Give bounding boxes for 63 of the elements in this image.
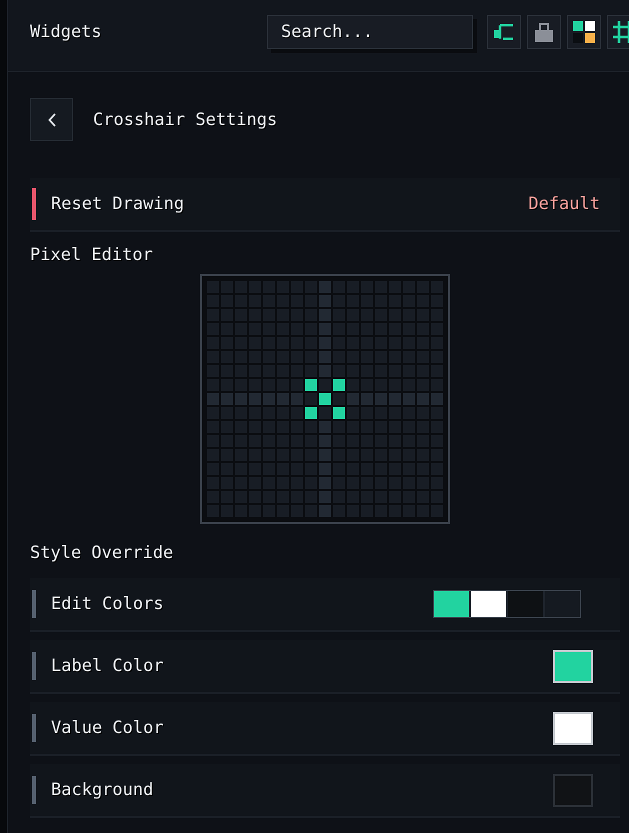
pixel-cell[interactable] <box>333 379 345 391</box>
pixel-cell[interactable] <box>375 393 387 405</box>
pixel-cell[interactable] <box>319 281 331 293</box>
pixel-cell[interactable] <box>207 393 219 405</box>
pixel-cell[interactable] <box>235 393 247 405</box>
pixel-cell[interactable] <box>389 393 401 405</box>
color-swatch[interactable] <box>434 591 469 617</box>
color-swatch[interactable] <box>553 774 593 806</box>
pixel-cell[interactable] <box>319 505 331 517</box>
pixel-cell[interactable] <box>431 393 443 405</box>
toolbar-button[interactable] <box>487 15 521 49</box>
page-title: Crosshair Settings <box>93 108 278 130</box>
row-label: Value Color <box>51 717 165 739</box>
pixel-cell[interactable] <box>291 393 303 405</box>
bracket-icon <box>494 24 514 40</box>
color-swatch[interactable] <box>545 591 580 617</box>
pixel-cell[interactable] <box>319 393 331 405</box>
bar-marker-icon <box>32 652 36 680</box>
bar-marker-icon <box>32 776 36 804</box>
pixel-cell[interactable] <box>333 407 345 419</box>
tiles-icon <box>573 21 595 43</box>
row-label: Edit Colors <box>51 593 165 615</box>
pixel-cell[interactable] <box>319 351 331 363</box>
section-label: Style Override <box>30 543 174 563</box>
color-swatch[interactable] <box>471 591 506 617</box>
pixel-cell[interactable] <box>277 393 289 405</box>
pixel-cell[interactable] <box>319 421 331 433</box>
panel-title: Widgets <box>30 21 103 44</box>
toolbar-button[interactable] <box>567 15 601 49</box>
section-label: Pixel Editor <box>30 245 153 265</box>
pixel-cell[interactable] <box>319 323 331 335</box>
back-button[interactable] <box>30 98 73 141</box>
row-label: Background <box>51 779 154 801</box>
grid-icon <box>613 21 629 43</box>
pixel-cell[interactable] <box>305 379 317 391</box>
pixel-cell[interactable] <box>319 365 331 377</box>
pixel-cell[interactable] <box>319 337 331 349</box>
pixel-cell[interactable] <box>319 463 331 475</box>
bar-marker-icon <box>32 590 36 618</box>
bar-marker-icon <box>32 188 36 220</box>
pixel-cell[interactable] <box>263 393 275 405</box>
pixel-cell[interactable] <box>319 295 331 307</box>
pixel-cell[interactable] <box>417 393 429 405</box>
pixel-cell[interactable] <box>305 407 317 419</box>
pixel-cell[interactable] <box>403 393 415 405</box>
pixel-cell[interactable] <box>319 449 331 461</box>
color-swatch[interactable] <box>508 591 543 617</box>
color-palette[interactable] <box>433 590 581 618</box>
row-label: Reset Drawing <box>51 193 186 215</box>
pixel-cell[interactable] <box>361 393 373 405</box>
pixel-cell[interactable] <box>249 393 261 405</box>
pixel-cell[interactable] <box>319 309 331 321</box>
chevron-left-icon <box>48 112 56 126</box>
pixel-cell[interactable] <box>319 491 331 503</box>
row-label: Label Color <box>51 655 165 677</box>
lock-icon <box>535 22 553 42</box>
pixel-cell[interactable] <box>221 393 233 405</box>
default-button[interactable]: Default <box>528 193 600 215</box>
search-field[interactable]: Search... <box>267 15 473 49</box>
pixel-cell[interactable] <box>319 435 331 447</box>
pixel-cell[interactable] <box>347 393 359 405</box>
bar-marker-icon <box>32 714 36 742</box>
pixel-cell[interactable] <box>319 477 331 489</box>
